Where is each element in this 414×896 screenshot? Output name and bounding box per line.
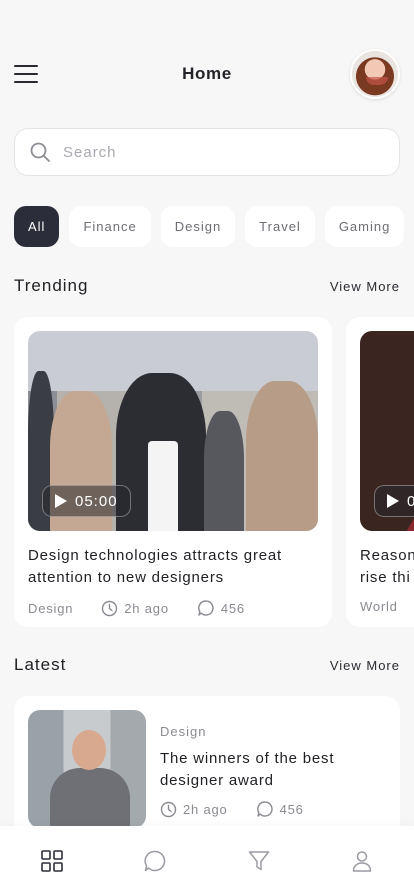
trending-card-category: World — [360, 599, 398, 614]
trending-card-meta: World — [360, 599, 414, 614]
latest-card-meta: 2h ago 456 — [160, 800, 386, 818]
clock-icon — [160, 801, 177, 817]
latest-view-more[interactable]: View More — [330, 658, 400, 673]
trending-thumbnail: 05:00 — [28, 331, 318, 531]
trending-card[interactable]: 05:00 Design technologies attracts great… — [14, 317, 332, 627]
latest-title: Latest — [14, 655, 67, 674]
video-duration: 05:00 — [75, 492, 118, 510]
header: Home — [0, 44, 414, 104]
search-icon — [30, 142, 50, 162]
latest-card-category: Design — [160, 724, 207, 739]
chip-travel[interactable]: Travel — [245, 206, 315, 247]
latest-thumbnail — [28, 710, 146, 828]
bottom-tab-bar — [0, 826, 414, 896]
latest-card-comments: 456 — [279, 801, 304, 817]
latest-card-time: 2h ago — [183, 801, 228, 817]
filter-icon — [248, 851, 269, 871]
chip-gaming[interactable]: Gaming — [324, 206, 405, 247]
search-bar[interactable] — [14, 128, 400, 176]
video-duration: 0 — [407, 492, 414, 510]
latest-info: Design The winners of the best designer … — [160, 710, 386, 822]
trending-thumbnail: 0 — [360, 331, 414, 531]
play-icon — [55, 494, 67, 508]
avatar[interactable] — [350, 49, 400, 99]
comment-icon — [197, 600, 214, 616]
trending-card-time: 2h ago — [124, 600, 169, 616]
trending-card[interactable]: 0 Reason rise thi World — [346, 317, 414, 627]
trending-title: Trending — [14, 276, 89, 295]
chip-design[interactable]: Design — [160, 206, 236, 247]
trending-header: Trending View More — [14, 276, 400, 296]
search-input[interactable] — [63, 143, 385, 161]
comment-icon — [256, 801, 273, 817]
tab-filter[interactable] — [239, 841, 279, 881]
tab-home[interactable] — [32, 841, 72, 881]
trending-view-more[interactable]: View More — [330, 279, 400, 294]
chip-finance[interactable]: Finance — [69, 206, 151, 247]
trending-card-title[interactable]: Design technologies attracts great atten… — [28, 545, 318, 589]
category-chips: All Finance Design Travel Gaming — [14, 206, 414, 247]
chat-icon — [144, 850, 166, 872]
trending-card-category: Design — [28, 600, 74, 616]
latest-card[interactable]: Design The winners of the best designer … — [14, 696, 400, 836]
trending-card-comments: 456 — [220, 600, 245, 616]
trending-carousel[interactable]: 05:00 Design technologies attracts great… — [14, 317, 414, 627]
play-button[interactable]: 0 — [374, 485, 414, 517]
latest-header: Latest View More — [14, 655, 400, 675]
menu-icon[interactable] — [14, 62, 38, 86]
clock-icon — [102, 600, 118, 616]
grid-icon — [40, 850, 63, 872]
play-icon — [387, 494, 399, 508]
trending-card-title[interactable]: Reason rise thi — [360, 545, 414, 589]
play-button[interactable]: 05:00 — [42, 485, 131, 517]
tab-messages[interactable] — [135, 841, 175, 881]
chip-all[interactable]: All — [14, 206, 60, 247]
trending-card-meta: Design 2h ago 456 — [28, 599, 318, 617]
user-icon — [353, 851, 372, 872]
latest-card-title[interactable]: The winners of the best designer award — [160, 748, 386, 792]
tab-profile[interactable] — [342, 841, 382, 881]
